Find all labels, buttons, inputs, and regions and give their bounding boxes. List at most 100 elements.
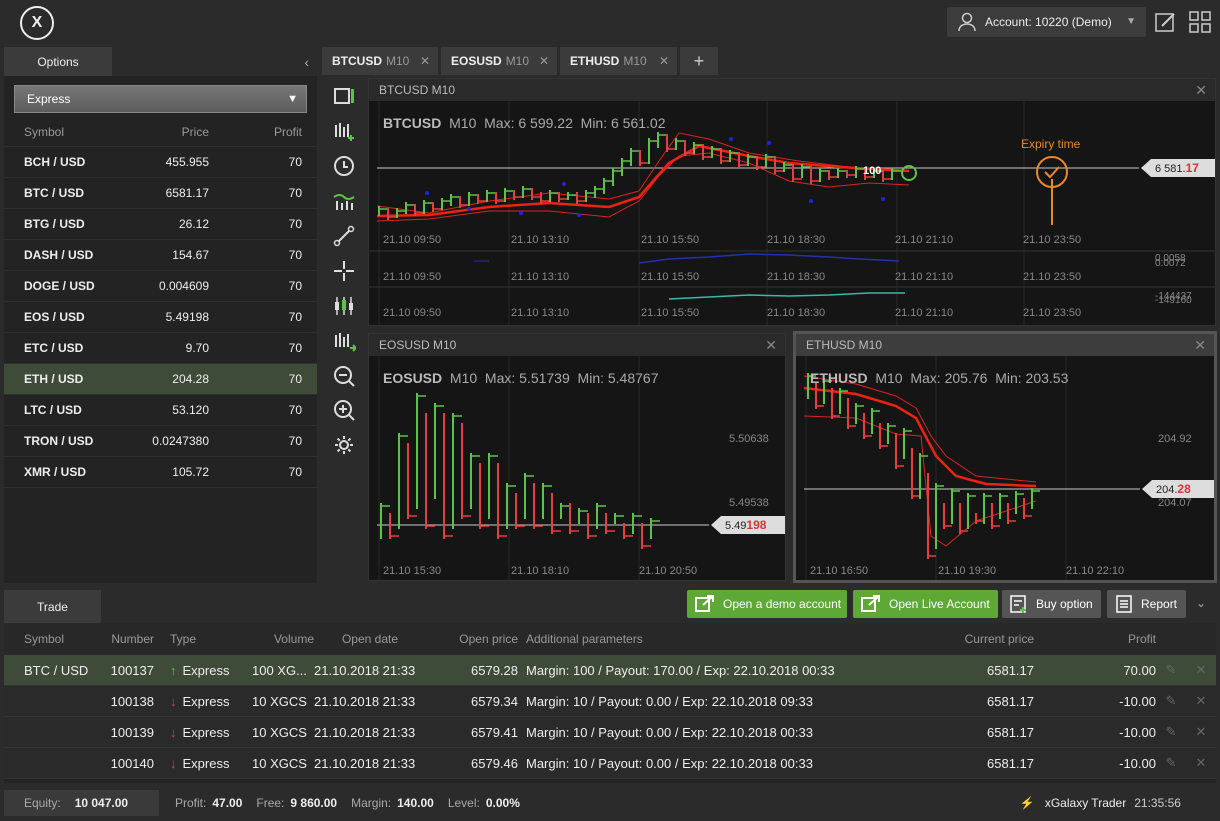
open-demo-account-button[interactable]: Open a demo account	[687, 590, 847, 618]
open-live-account-button[interactable]: Open Live Account	[853, 590, 998, 618]
crosshair-icon[interactable]	[332, 259, 356, 283]
symbol-price: 455.955	[165, 155, 209, 169]
header-profit: Profit	[1127, 632, 1156, 646]
trade-row[interactable]: 100138 ↓ Express 10 XGCS 21.10.2018 21:33 657…	[4, 686, 1216, 717]
ethusd-plot[interactable]: ETHUSD M10 Max: 205.76 Min: 203.53 204.9…	[796, 356, 1214, 580]
symbol-price: 6581.17	[165, 186, 209, 200]
symbol-row[interactable]: DASH / USD 154.67 70	[4, 240, 317, 271]
close-icon[interactable]: ✕	[1195, 82, 1207, 99]
price-main: 5.49	[725, 520, 747, 532]
add-indicator-icon[interactable]	[332, 119, 356, 143]
close-icon[interactable]: ✕	[1196, 724, 1207, 740]
option-type-select[interactable]: Express ▼	[14, 85, 307, 113]
zoom-in-icon[interactable]	[332, 398, 356, 422]
btcusd-plot[interactable]: BTCUSD M10 Max: 6 599.22 Min: 6 561.02 1…	[369, 101, 1215, 325]
header-number: Number	[111, 632, 154, 646]
close-icon[interactable]: ✕	[1196, 755, 1207, 771]
symbol-profit: 70	[288, 248, 302, 262]
chart-timeframe: M10	[449, 115, 477, 131]
clock-time: 21:35:56	[1134, 796, 1181, 810]
close-icon[interactable]: ✕	[659, 54, 669, 68]
symbol-row[interactable]: ETH / USD 204.28 70	[4, 364, 317, 395]
close-icon[interactable]: ✕	[1196, 693, 1207, 709]
edit-icon[interactable]: ✎	[1166, 724, 1177, 740]
tab-eosusd[interactable]: EOSUSD M10 ✕	[441, 47, 557, 75]
report-button[interactable]: Report	[1107, 590, 1186, 618]
edit-layout-icon[interactable]	[1154, 10, 1178, 34]
trade-actions: ✎ ✕	[1156, 724, 1216, 740]
trade-type-label: Express	[182, 724, 230, 740]
trade-row[interactable]: 100140 ↓ Express 10 XGCS 21.10.2018 21:33 657…	[4, 748, 1216, 779]
tab-ethusd[interactable]: ETHUSD M10 ✕	[560, 47, 677, 75]
close-icon[interactable]: ✕	[1196, 662, 1207, 678]
edit-icon[interactable]: ✎	[1166, 693, 1177, 709]
trade-marker-label: 100	[863, 165, 882, 177]
settings-gear-icon[interactable]	[332, 433, 356, 457]
buy-list-icon	[1010, 595, 1026, 613]
bars-add-icon[interactable]	[332, 329, 356, 353]
chart-min: Min: 6 561.02	[580, 115, 666, 131]
symbol-profit: 70	[288, 186, 302, 200]
symbol-profit: 70	[288, 279, 302, 293]
trade-open-price: 6579.41	[471, 724, 518, 740]
clock-icon[interactable]	[332, 154, 356, 178]
x-axis-tick-label: 21.10 18:30	[767, 271, 826, 283]
symbol-price: 105.72	[172, 465, 209, 479]
indicator-icon[interactable]	[332, 189, 356, 213]
close-icon[interactable]: ✕	[765, 337, 777, 354]
tab-btcusd[interactable]: BTCUSD M10 ✕	[322, 47, 438, 75]
window-icon[interactable]	[332, 84, 356, 108]
trendline-icon[interactable]	[332, 224, 356, 248]
symbol-row[interactable]: BTG / USD 26.12 70	[4, 209, 317, 240]
tab-trade[interactable]: Trade	[4, 590, 101, 623]
price-last-digits: 17	[1185, 161, 1199, 175]
close-icon[interactable]: ✕	[420, 54, 430, 68]
symbol-row[interactable]: BCH / USD 455.955 70	[4, 147, 317, 178]
candles-icon[interactable]	[332, 294, 356, 318]
margin-value: 140.00	[397, 796, 434, 810]
symbol-row[interactable]: DOGE / USD 0.004609 70	[4, 271, 317, 302]
x-axis-tick-label: 21.10 13:10	[511, 307, 570, 319]
grid-layout-icon[interactable]	[1188, 10, 1212, 34]
add-tab-button[interactable]: +	[680, 47, 718, 75]
options-tabs: Options ‹	[4, 47, 317, 76]
profit-value: 47.00	[212, 796, 243, 810]
symbol-row[interactable]: BTC / USD 6581.17 70	[4, 178, 317, 209]
profit-label: Profit:	[175, 796, 207, 810]
x-axis-tick-label: 21.10 20:50	[639, 565, 698, 577]
x-axis-tick-label: 21.10 13:10	[511, 234, 570, 246]
trade-params: Margin: 10 / Payout: 0.00 / Exp: 22.10.2…	[526, 724, 813, 740]
eosusd-plot[interactable]: EOSUSD M10 Max: 5.51739 Min: 5.48767 5.5…	[369, 356, 785, 580]
symbol-row[interactable]: TRON / USD 0.0247380 70	[4, 426, 317, 457]
symbol-row[interactable]: LTC / USD 53.120 70	[4, 395, 317, 426]
account-selector[interactable]: Account: 10220 (Demo) ▼	[947, 7, 1146, 37]
close-icon[interactable]: ✕	[1194, 337, 1206, 354]
collapse-left-icon[interactable]: ‹	[304, 54, 309, 70]
close-icon[interactable]: ✕	[539, 54, 549, 68]
account-label: Account: 10220 (Demo)	[985, 15, 1112, 29]
trade-profit: -10.00	[1119, 693, 1156, 709]
buy-option-button[interactable]: Buy option	[1002, 590, 1101, 618]
arrow-down-icon: ↓	[170, 755, 177, 771]
zoom-out-icon[interactable]	[332, 364, 356, 388]
symbol-row[interactable]: ETC / USD 9.70 70	[4, 333, 317, 364]
trade-type: ↑ Express	[162, 663, 252, 678]
y-axis-label-high: 204.92	[1158, 433, 1192, 445]
trade-row[interactable]: BTC / USD 100137 ↑ Express 100 XG... 21.10.20…	[4, 655, 1216, 686]
tab-options[interactable]: Options	[4, 47, 112, 76]
edit-icon[interactable]: ✎	[1166, 662, 1177, 678]
chevron-down-icon[interactable]: ⌄	[1196, 596, 1206, 610]
trade-tabs: Trade Open a demo account Open Live Acco…	[4, 589, 1216, 623]
x-axis-tick-label: 21.10 21:10	[895, 271, 954, 283]
symbol-price: 53.120	[172, 403, 209, 417]
trade-row[interactable]: 100139 ↓ Express 10 XGCS 21.10.2018 21:33 657…	[4, 717, 1216, 748]
trade-number: 100139	[110, 724, 154, 740]
header-type: Type	[170, 632, 197, 646]
symbol-row[interactable]: XMR / USD 105.72 70	[4, 457, 317, 488]
price-last-digits: 28	[1177, 482, 1191, 496]
expiry-time-label[interactable]: Expiry time	[1021, 137, 1080, 151]
edit-icon[interactable]: ✎	[1166, 755, 1177, 771]
xgalaxy-logo[interactable]: X	[20, 6, 54, 40]
symbol-row[interactable]: EOS / USD 5.49198 70	[4, 302, 317, 333]
header-profit: Profit	[273, 124, 302, 139]
